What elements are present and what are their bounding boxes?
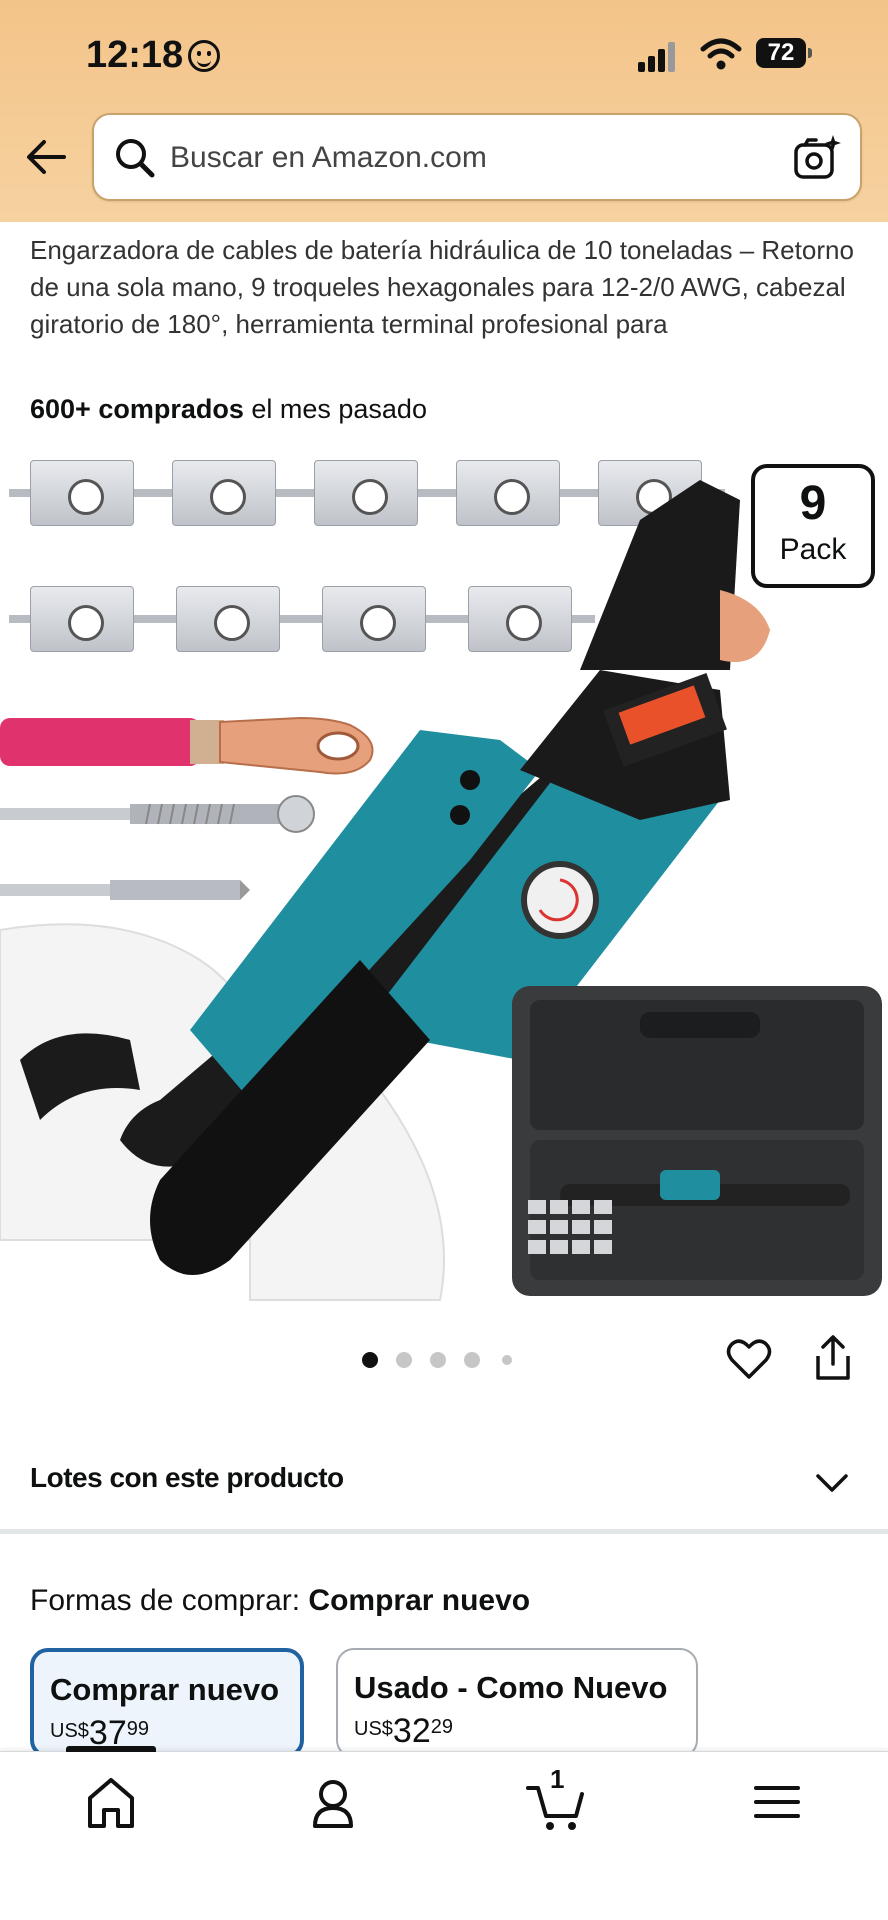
search-input[interactable] [170, 135, 750, 181]
status-bar: 12:18 72 [0, 30, 888, 78]
option-price: US$3229 [354, 1712, 453, 1751]
chevron-down-icon[interactable] [814, 1470, 850, 1496]
option-used-like-new[interactable]: Usado - Como Nuevo US$3229 [336, 1648, 698, 1758]
price-fraction: 99 [126, 1718, 149, 1740]
option-title: Usado - Como Nuevo [354, 1670, 668, 1705]
status-time: 12:18 [86, 34, 184, 76]
purchase-count: 600+ comprados el mes pasado [30, 394, 427, 425]
carousel-dot[interactable] [502, 1355, 512, 1365]
camera-search-icon[interactable] [792, 133, 842, 183]
buying-options-heading: Formas de comprar: Comprar nuevo [30, 1584, 530, 1618]
price-currency: US$ [354, 1718, 393, 1740]
home-icon[interactable] [66, 1770, 156, 1834]
search-icon[interactable] [112, 135, 158, 181]
back-arrow-icon[interactable] [24, 135, 68, 179]
wifi-icon [700, 38, 742, 70]
heart-icon[interactable] [726, 1336, 772, 1382]
cart-button[interactable]: 1 [510, 1764, 600, 1834]
option-title: Comprar nuevo [50, 1672, 280, 1707]
bundles-label: Lotes con este producto [30, 1462, 344, 1493]
search-bar[interactable] [92, 113, 862, 201]
purchase-count-bold: 600+ comprados [30, 394, 244, 424]
pack-number: 9 [799, 477, 827, 530]
price-fraction: 29 [430, 1716, 453, 1738]
battery-indicator: 72 [756, 38, 812, 68]
pack-badge: 9 Pack [751, 464, 875, 588]
pack-label: Pack [779, 533, 847, 566]
active-tab-indicator [66, 1746, 156, 1752]
bundles-section[interactable]: Lotes con este producto [0, 1434, 888, 1534]
app-header: 12:18 72 [0, 0, 888, 222]
carousel-dot[interactable] [362, 1352, 378, 1368]
buying-options-selected: Comprar nuevo [308, 1584, 531, 1617]
carousel-dot[interactable] [396, 1352, 412, 1368]
share-icon[interactable] [812, 1334, 854, 1382]
carousel-dot[interactable] [464, 1352, 480, 1368]
bottom-nav: 1 [0, 1746, 888, 1920]
purchase-count-rest: el mes pasado [243, 394, 427, 424]
price-whole: 32 [392, 1712, 431, 1750]
option-buy-new[interactable]: Comprar nuevo US$3799 [30, 1648, 304, 1758]
cart-count-badge: 1 [550, 1764, 565, 1794]
cellular-signal-icon [638, 42, 678, 72]
buying-options-prefix: Formas de comprar: [30, 1584, 309, 1617]
account-icon[interactable] [288, 1770, 378, 1834]
product-title[interactable]: Engarzadora de cables de batería hidrául… [30, 232, 860, 343]
smiley-icon [188, 40, 220, 72]
menu-icon[interactable] [732, 1770, 822, 1834]
carousel-dot[interactable] [430, 1352, 446, 1368]
price-currency: US$ [50, 1720, 89, 1742]
product-image-gallery[interactable]: 9 Pack [0, 440, 888, 1310]
